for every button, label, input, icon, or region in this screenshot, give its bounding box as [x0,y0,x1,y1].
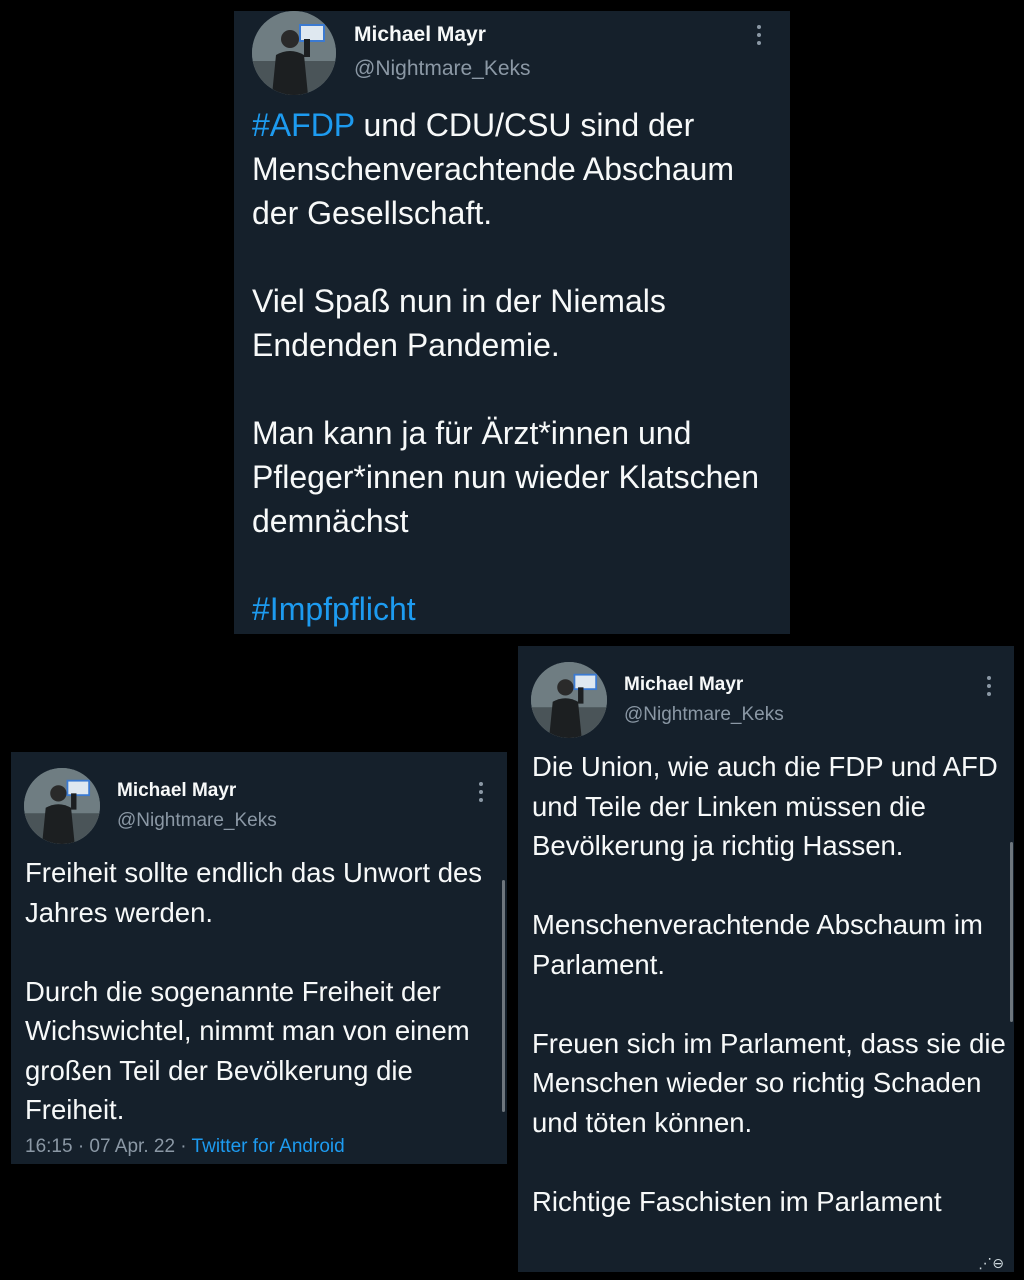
more-vertical-icon[interactable] [478,782,484,802]
tweet-paragraph: Freuen sich im Parlament, dass sie die M… [532,1027,1006,1138]
tweet-paragraph: Richtige Faschisten im Parlament [532,1185,942,1217]
tweet-meta: 16:15 · 07 Apr. 22 · Twitter for Android [25,1136,345,1158]
scrollbar[interactable] [502,880,505,1112]
tweet-paragraph: Durch die sogenannte Freiheit der Wichsw… [25,975,470,1126]
tweet-paragraph: Freiheit sollte endlich das Unwort des J… [25,857,483,928]
tweet-text: #AFDP und CDU/CSU sind der Menschenverac… [252,103,782,631]
watermark-icon: ⋰⊖ [978,1256,1004,1272]
author-name[interactable]: Michael Mayr [354,23,486,47]
screenshot-collage: Michael Mayr @Nightmare_Keks #AFDP und C… [0,0,1024,1280]
source-link[interactable]: Twitter for Android [192,1136,345,1157]
avatar-photo [24,768,100,844]
hashtag-afdp[interactable]: #AFDP [252,107,355,143]
tweet-text: Die Union, wie auch die FDP und AFD und … [532,747,1012,1221]
tweet-card-afdp[interactable]: Michael Mayr @Nightmare_Keks #AFDP und C… [234,11,790,634]
more-vertical-icon[interactable] [756,25,762,45]
author-name[interactable]: Michael Mayr [624,674,743,696]
scrollbar[interactable] [1010,842,1013,1022]
author-handle[interactable]: @Nightmare_Keks [624,704,784,726]
avatar[interactable] [24,768,100,844]
more-vertical-icon[interactable] [986,676,992,696]
author-handle[interactable]: @Nightmare_Keks [117,810,277,832]
hashtag-impfpflicht[interactable]: #Impfpflicht [252,591,416,627]
tweet-card-freiheit[interactable]: Michael Mayr @Nightmare_Keks Freiheit so… [11,752,507,1164]
author-name[interactable]: Michael Mayr [117,780,236,802]
avatar[interactable] [531,662,607,738]
timestamp[interactable]: 16:15 · 07 Apr. 22 · [25,1136,192,1157]
tweet-paragraph: #AFDP und CDU/CSU sind der Menschenverac… [252,103,782,235]
tweet-paragraph: Viel Spaß nun in der Niemals Endenden Pa… [252,283,666,363]
tweet-paragraph: Man kann ja für Ärzt*innen und Pfleger*i… [252,415,759,539]
tweet-text: Freiheit sollte endlich das Unwort des J… [25,853,505,1130]
avatar-photo [252,11,336,95]
avatar[interactable] [252,11,336,95]
avatar-photo [531,662,607,738]
tweet-paragraph: Die Union, wie auch die FDP und AFD und … [532,751,998,861]
tweet-paragraph: #Impfpflicht [252,587,782,631]
author-handle[interactable]: @Nightmare_Keks [354,57,531,81]
tweet-card-union[interactable]: Michael Mayr @Nightmare_Keks Die Union, … [518,646,1014,1272]
tweet-paragraph: Menschenverachtende Abschaum im Parlamen… [532,909,983,980]
